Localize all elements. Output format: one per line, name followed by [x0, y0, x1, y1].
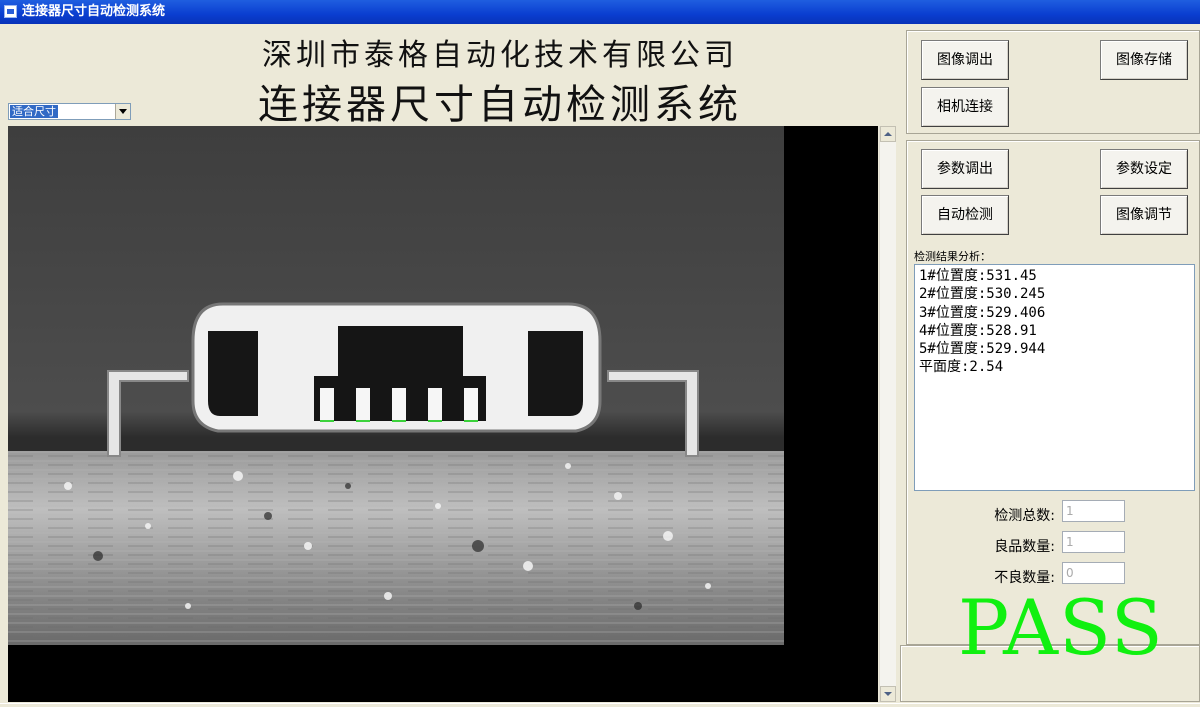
result-line: 5#位置度:529.944: [919, 341, 1046, 358]
result-line: 2#位置度:530.245: [919, 286, 1046, 303]
auto-detect-button[interactable]: 自动检测: [921, 195, 1009, 235]
result-line: 4#位置度:528.91: [919, 322, 1037, 339]
good-count-field[interactable]: 1: [1062, 531, 1125, 553]
chevron-down-icon[interactable]: [115, 104, 130, 119]
scroll-down-icon[interactable]: [880, 686, 896, 702]
image-load-button[interactable]: 图像调出: [921, 40, 1009, 80]
window-title: 连接器尺寸自动检测系统: [22, 4, 166, 19]
image-save-button[interactable]: 图像存储: [1100, 40, 1188, 80]
result-line: 平面度:2.54: [919, 359, 1004, 376]
size-mode-value: 适合尺寸: [10, 105, 58, 118]
vertical-scrollbar[interactable]: [879, 126, 896, 702]
total-count-field[interactable]: 1: [1062, 500, 1125, 522]
title-bar: 连接器尺寸自动检测系统: [0, 0, 1200, 24]
result-line: 3#位置度:529.406: [919, 304, 1046, 321]
total-count-label: 检测总数:: [994, 508, 1055, 524]
param-load-button[interactable]: 参数调出: [921, 149, 1009, 189]
good-count-label: 良品数量:: [994, 539, 1055, 555]
camera-connect-button[interactable]: 相机连接: [921, 87, 1009, 127]
results-textbox[interactable]: 1#位置度:531.45 2#位置度:530.245 3#位置度:529.406…: [914, 264, 1195, 491]
image-viewport[interactable]: [8, 126, 878, 702]
app-icon: [4, 5, 17, 18]
results-label: 检测结果分析：: [914, 250, 991, 263]
window-bottom-edge: [0, 703, 1200, 707]
company-name: 深圳市泰格自动化技术有限公司: [262, 38, 738, 73]
scroll-up-icon[interactable]: [880, 126, 896, 142]
param-set-button[interactable]: 参数设定: [1100, 149, 1188, 189]
bad-count-field[interactable]: 0: [1062, 562, 1125, 584]
image-adjust-button[interactable]: 图像调节: [1100, 195, 1188, 235]
pass-verdict: PASS: [958, 583, 1164, 672]
system-name: 连接器尺寸自动检测系统: [258, 82, 742, 128]
connector-image: [8, 126, 784, 645]
size-mode-select[interactable]: 适合尺寸: [8, 103, 131, 120]
result-line: 1#位置度:531.45: [919, 268, 1037, 284]
